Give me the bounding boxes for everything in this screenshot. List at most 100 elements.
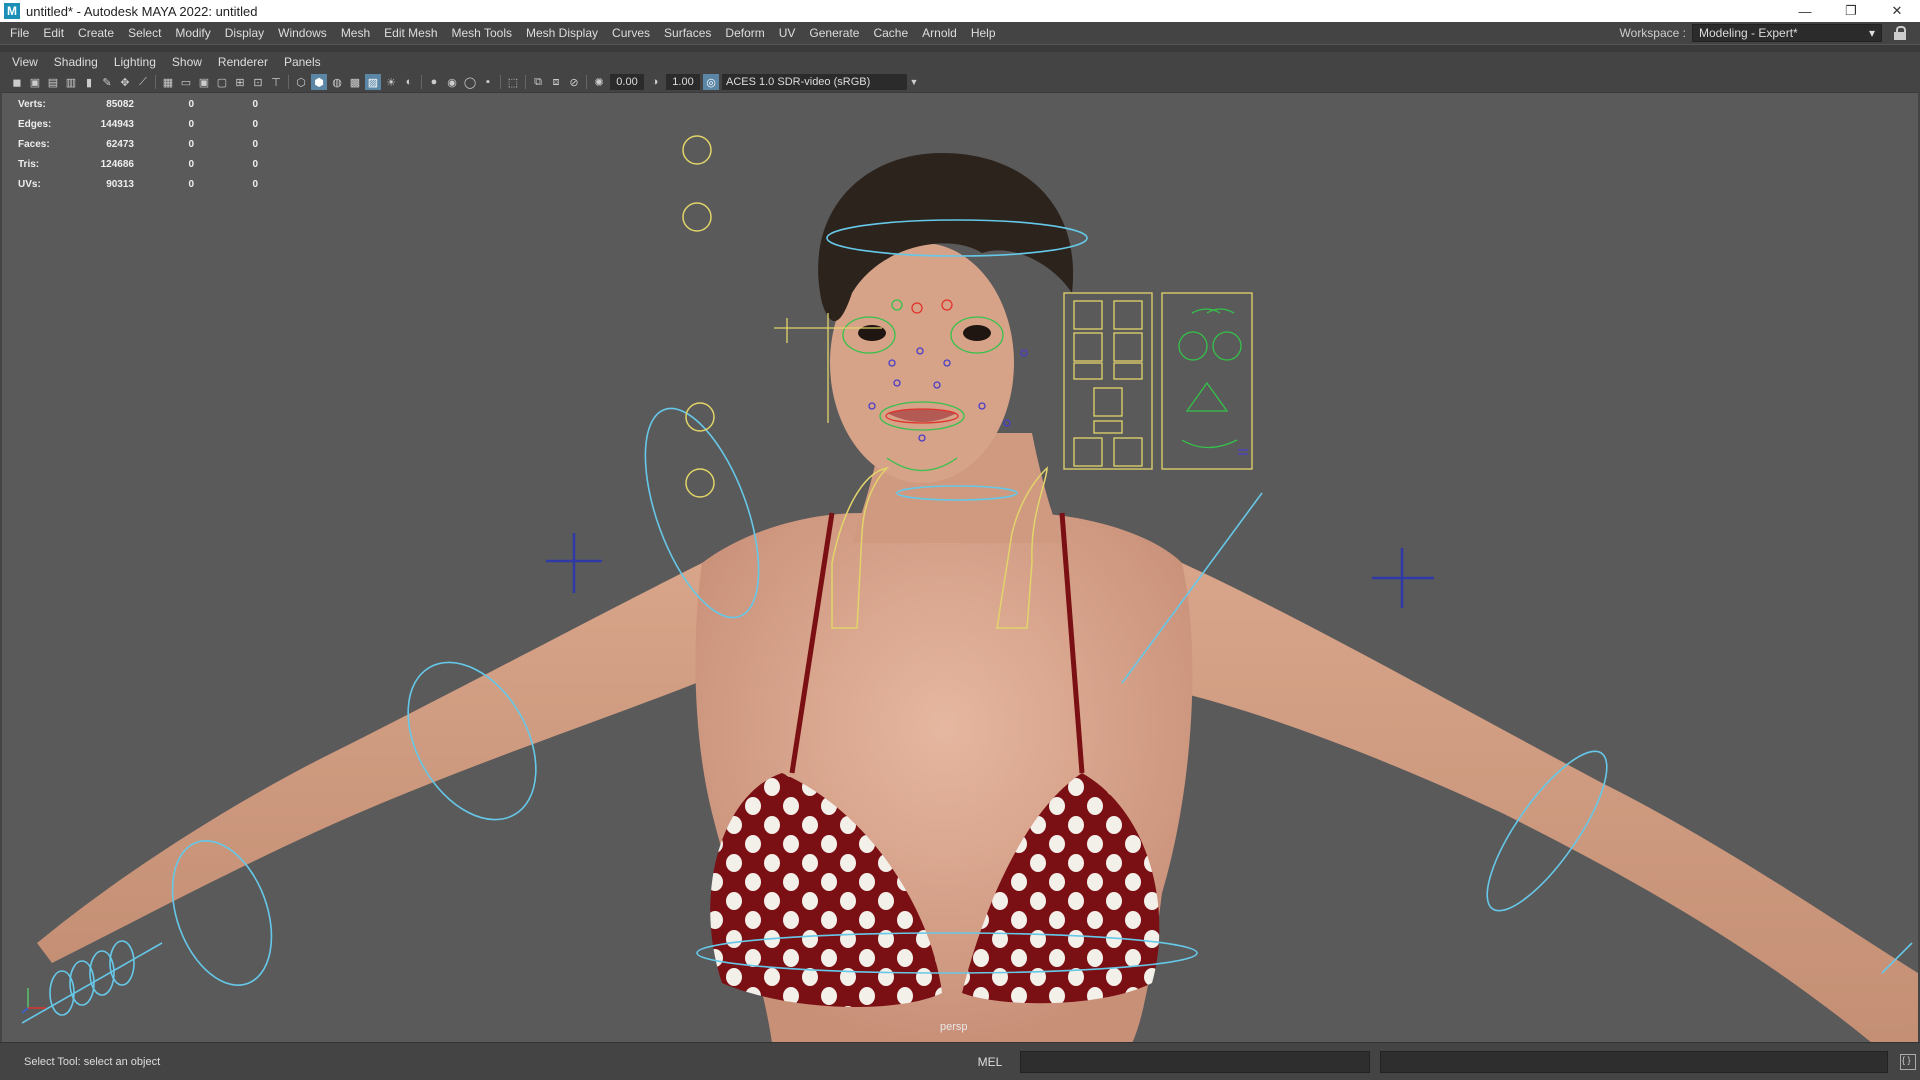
menu-uv[interactable]: UV [772, 22, 803, 44]
use-all-lights-icon[interactable]: ▨ [365, 74, 381, 90]
wireframe-on-shaded-icon[interactable]: ◍ [329, 74, 345, 90]
hud-value: 0 [252, 179, 258, 190]
menu-surfaces[interactable]: Surfaces [657, 22, 718, 44]
resolution-gate-icon[interactable]: ▣ [196, 74, 212, 90]
close-button[interactable]: ✕ [1874, 0, 1920, 22]
camera-attributes-icon[interactable]: ▣ [27, 74, 43, 90]
facial-control-panel[interactable] [1063, 292, 1253, 470]
panel-menu-renderer[interactable]: Renderer [210, 52, 276, 72]
field-chart-icon[interactable]: ⊞ [232, 74, 248, 90]
safe-title-icon[interactable]: ⊤ [268, 74, 284, 90]
anti-aliasing-icon[interactable]: ◉ [444, 74, 460, 90]
menu-curves[interactable]: Curves [605, 22, 657, 44]
hud-value: 0 [188, 139, 194, 150]
view-axis-gizmo [21, 988, 46, 1014]
hud-label: UVs: [18, 179, 41, 190]
maximize-button[interactable]: ❐ [1828, 0, 1874, 22]
hud-value: 0 [188, 179, 194, 190]
menu-select[interactable]: Select [121, 22, 168, 44]
menu-arnold[interactable]: Arnold [915, 22, 964, 44]
command-result-field [1380, 1050, 1888, 1073]
gamma-field[interactable]: 1.00 [666, 74, 700, 90]
hud-row: Tris: 124686 0 0 [18, 155, 258, 175]
grease-pencil-icon[interactable]: ✎ [99, 74, 115, 90]
draw-tool-icon[interactable]: ⟋ [135, 74, 151, 90]
chevron-down-icon[interactable]: ▼ [907, 74, 921, 90]
bookmark-icon[interactable]: ▤ [45, 74, 61, 90]
left-arm-mesh[interactable] [37, 563, 722, 963]
hud-value: 0 [252, 159, 258, 170]
menu-mesh-display[interactable]: Mesh Display [519, 22, 605, 44]
ambient-occlusion-icon[interactable]: ◐ [401, 74, 417, 90]
depth-of-field-icon[interactable]: ◯ [462, 74, 478, 90]
hud-row: UVs: 90313 0 0 [18, 175, 258, 195]
right-eye[interactable] [963, 325, 991, 341]
menu-windows[interactable]: Windows [271, 22, 334, 44]
select-camera-icon[interactable]: ◼ [9, 74, 25, 90]
poly-count-hud: Verts: 85082 0 0 Edges: 144943 0 0 Faces… [18, 95, 258, 195]
xray-icon[interactable]: ⬚ [505, 74, 521, 90]
menu-modify[interactable]: Modify [168, 22, 217, 44]
hud-label: Edges: [18, 119, 52, 130]
hud-value: 0 [188, 99, 194, 110]
safe-action-icon[interactable]: ⊡ [250, 74, 266, 90]
backface-culling-icon[interactable]: ⊘ [566, 74, 582, 90]
smooth-shade-icon[interactable]: ⬢ [311, 74, 327, 90]
exposure-icon[interactable]: ✺ [591, 74, 607, 90]
maya-app-icon: M [4, 3, 20, 19]
menu-create[interactable]: Create [71, 22, 121, 44]
window-title: untitled* - Autodesk MAYA 2022: untitled [26, 3, 258, 19]
menu-deform[interactable]: Deform [718, 22, 771, 44]
textured-icon[interactable]: ▩ [347, 74, 363, 90]
script-editor-icon[interactable] [1900, 1053, 1916, 1070]
menu-file[interactable]: File [0, 22, 36, 44]
panel-menu-bar: View Shading Lighting Show Renderer Pane… [8, 52, 329, 72]
image-plane-icon[interactable]: ▥ [63, 74, 79, 90]
exposure-field[interactable]: 0.00 [610, 74, 644, 90]
grid-icon[interactable]: ▦ [160, 74, 176, 90]
isolate-select-icon[interactable]: ▪ [480, 74, 496, 90]
panel-menu-show[interactable]: Show [164, 52, 210, 72]
2d-pan-zoom-icon[interactable]: ✥ [117, 74, 133, 90]
workspace-selector: Workspace : Modeling - Expert* ▾ [1620, 22, 1906, 44]
film-gate-icon[interactable]: ▭ [178, 74, 194, 90]
command-line-input[interactable] [1020, 1050, 1370, 1073]
panel-menu-lighting[interactable]: Lighting [106, 52, 164, 72]
menu-edit-mesh[interactable]: Edit Mesh [377, 22, 444, 44]
view-transform-dropdown[interactable]: ACES 1.0 SDR-video (sRGB) [722, 74, 907, 90]
panel-menu-view[interactable]: View [8, 52, 46, 72]
xray-active-icon[interactable]: ⧈ [548, 74, 564, 90]
menu-cache[interactable]: Cache [866, 22, 915, 44]
menu-display[interactable]: Display [218, 22, 271, 44]
panel-menu-panels[interactable]: Panels [276, 52, 329, 72]
bookmark-flag-icon[interactable]: ▮ [81, 74, 97, 90]
gate-mask-icon[interactable]: ▢ [214, 74, 230, 90]
perspective-viewport[interactable]: Verts: 85082 0 0 Edges: 144943 0 0 Faces… [2, 92, 1918, 1042]
xray-joints-icon[interactable]: ⧉ [530, 74, 546, 90]
viewport-toolbar: ◼ ▣ ▤ ▥ ▮ ✎ ✥ ⟋ ▦ ▭ ▣ ▢ ⊞ ⊡ ⊤ ⬡ ⬢ ◍ ▩ ▨ … [8, 72, 1912, 92]
hud-row: Edges: 144943 0 0 [18, 115, 258, 135]
lock-icon[interactable] [1894, 26, 1906, 40]
menu-mesh-tools[interactable]: Mesh Tools [445, 22, 519, 44]
hud-value: 0 [252, 119, 258, 130]
hud-row: Faces: 62473 0 0 [18, 135, 258, 155]
menu-mesh[interactable]: Mesh [334, 22, 377, 44]
shadows-icon[interactable]: ☀ [383, 74, 399, 90]
menu-edit[interactable]: Edit [36, 22, 71, 44]
menu-help[interactable]: Help [964, 22, 1003, 44]
left-finger-controls[interactable] [21, 940, 163, 1024]
chevron-down-icon: ▾ [1868, 26, 1875, 40]
motion-blur-icon[interactable]: ● [426, 74, 442, 90]
help-command-bar: Select Tool: select an object MEL [0, 1042, 1920, 1080]
right-arm-mesh[interactable] [1182, 563, 1918, 1042]
workspace-dropdown[interactable]: Modeling - Expert* ▾ [1692, 24, 1882, 42]
wireframe-icon[interactable]: ⬡ [293, 74, 309, 90]
script-language-toggle[interactable]: MEL [960, 1055, 1020, 1069]
gamma-icon[interactable]: ◑ [647, 74, 663, 90]
minimize-button[interactable]: — [1782, 0, 1828, 22]
panel-menu-shading[interactable]: Shading [46, 52, 106, 72]
menu-generate[interactable]: Generate [802, 22, 866, 44]
hud-value: 85082 [106, 99, 134, 110]
color-management-icon[interactable]: ◎ [703, 74, 719, 90]
viewport-scene[interactable] [2, 93, 1918, 1042]
